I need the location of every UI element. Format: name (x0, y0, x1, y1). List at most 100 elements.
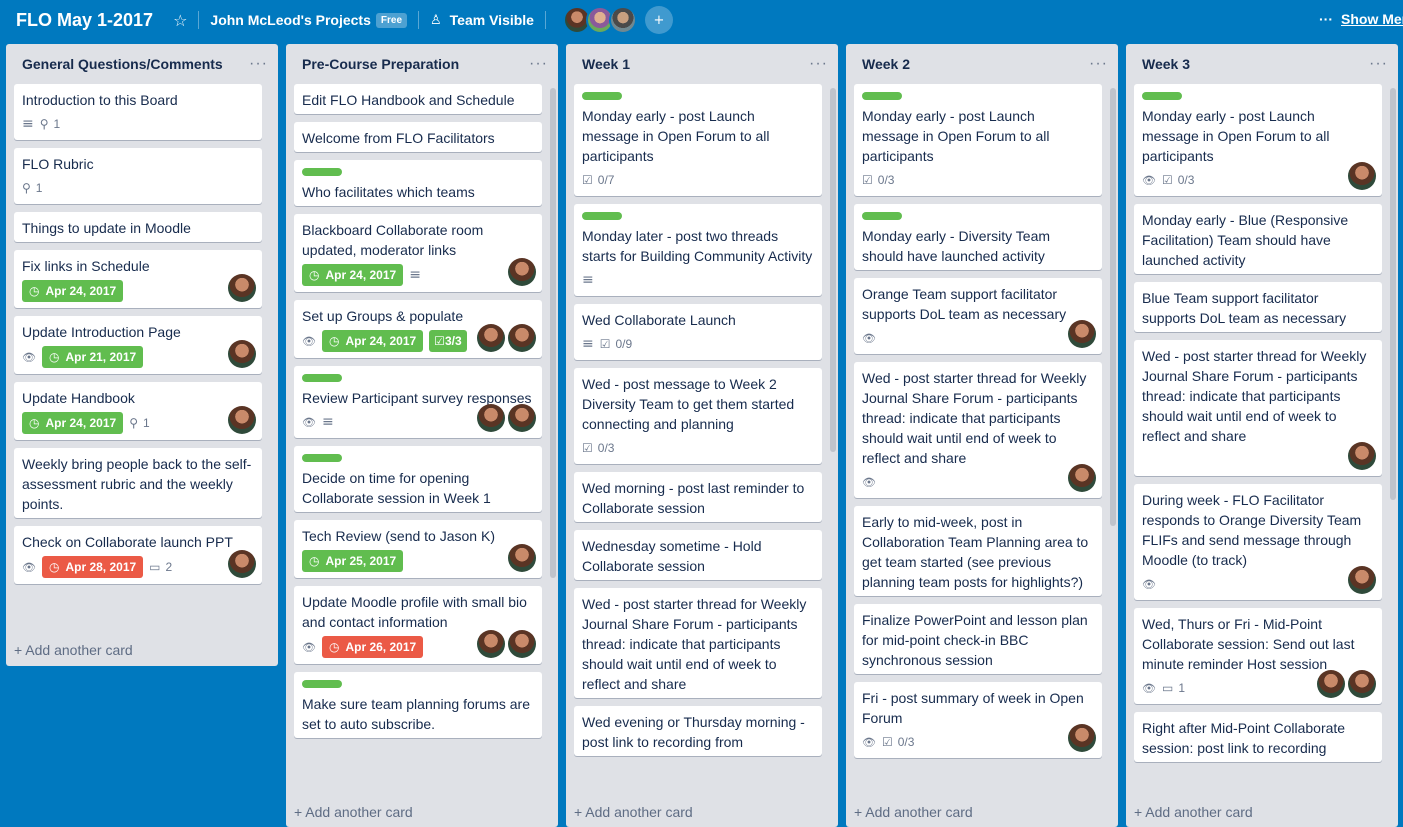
due-date-badge[interactable]: ◷ Apr 24, 2017 (22, 412, 124, 434)
card[interactable]: Finalize PowerPoint and lesson plan for … (854, 604, 1102, 674)
card[interactable]: Introduction to this Board ≡ ⚲ 1 (14, 84, 262, 140)
green-label[interactable] (582, 92, 622, 100)
avatar[interactable] (1348, 162, 1376, 190)
ellipsis-icon[interactable]: ··· (1369, 55, 1388, 73)
avatar[interactable] (508, 544, 536, 572)
card[interactable]: FLO Rubric ⚲ 1 (14, 148, 262, 204)
show-menu-button[interactable]: ··· Show Menu (1319, 11, 1403, 27)
team-name[interactable]: John McLeod's Projects (210, 12, 370, 28)
card[interactable]: Welcome from FLO Facilitators (294, 122, 542, 152)
card[interactable]: Update Introduction Page 👁︎ ◷ Apr 21, 2017 (14, 316, 262, 374)
green-label[interactable] (302, 454, 342, 462)
list-title[interactable]: General Questions/Comments (22, 56, 223, 72)
ellipsis-icon[interactable]: ··· (1089, 55, 1108, 73)
card[interactable]: Orange Team support facilitator supports… (854, 278, 1102, 354)
avatar[interactable] (1068, 724, 1096, 752)
card[interactable]: Decide on time for opening Collaborate s… (294, 446, 542, 512)
card[interactable]: Blue Team support facilitator supports D… (1134, 282, 1382, 332)
card[interactable]: Make sure team planning forums are set t… (294, 672, 542, 738)
avatar[interactable] (477, 404, 505, 432)
avatar[interactable] (1068, 320, 1096, 348)
card[interactable]: Wed evening or Thursday morning - post l… (574, 706, 822, 756)
card[interactable]: Wed, Thurs or Fri - Mid-Point Collaborat… (1134, 608, 1382, 704)
card[interactable]: Right after Mid-Point Collaborate sessio… (1134, 712, 1382, 762)
card[interactable]: Things to update in Moodle (14, 212, 262, 242)
card[interactable]: Monday later - post two threads starts f… (574, 204, 822, 296)
avatar[interactable] (608, 6, 637, 34)
card[interactable]: Wed - post starter thread for Weekly Jou… (854, 362, 1102, 498)
avatar[interactable] (1348, 442, 1376, 470)
list-title[interactable]: Week 1 (582, 56, 630, 72)
card[interactable]: Wed morning - post last reminder to Coll… (574, 472, 822, 522)
card[interactable]: Wed - post starter thread for Weekly Jou… (1134, 340, 1382, 476)
ellipsis-icon[interactable]: ··· (809, 55, 828, 73)
ellipsis-icon[interactable]: ··· (249, 55, 268, 73)
card[interactable]: Fri - post summary of week in Open Forum… (854, 682, 1102, 758)
avatar[interactable] (1317, 670, 1345, 698)
due-date-badge[interactable]: ◷ Apr 21, 2017 (41, 346, 144, 368)
add-member-icon[interactable]: + (644, 6, 673, 34)
avatar[interactable] (1348, 670, 1376, 698)
card[interactable]: Who facilitates which teams (294, 160, 542, 206)
avatar[interactable] (508, 258, 536, 286)
card[interactable]: Monday early - post Launch message in Op… (1134, 84, 1382, 196)
card[interactable]: Check on Collaborate launch PPT 👁︎ ◷ Apr 28… (14, 526, 262, 584)
due-date-badge[interactable]: ◷ Apr 24, 2017 (302, 264, 404, 286)
green-label[interactable] (862, 212, 902, 220)
card[interactable]: Review Participant survey responses 👁︎ ≡ (294, 366, 542, 438)
due-date-badge[interactable]: ◷ Apr 24, 2017 (321, 330, 424, 352)
add-card-button[interactable]: + Add another card (14, 642, 133, 658)
list-title[interactable]: Week 3 (1142, 56, 1190, 72)
avatar[interactable] (477, 324, 505, 352)
card[interactable]: Monday early - Blue (Responsive Facilita… (1134, 204, 1382, 274)
card[interactable]: Tech Review (send to Jason K) ◷ Apr 25, 20… (294, 520, 542, 578)
card[interactable]: Monday early - post Launch message in Op… (854, 84, 1102, 196)
card[interactable]: Set up Groups & populate 👁︎ ◷ Apr 24, 2017 ☑… (294, 300, 542, 358)
card[interactable]: Early to mid-week, post in Collaboration… (854, 506, 1102, 596)
card[interactable]: Monday early - post Launch message in Op… (574, 84, 822, 196)
due-date-badge[interactable]: ◷ Apr 25, 2017 (302, 550, 404, 572)
visibility-button[interactable]: Team Visible (450, 12, 534, 28)
card-members (228, 340, 256, 368)
avatar[interactable] (508, 404, 536, 432)
card[interactable]: Wednesday sometime - Hold Collaborate se… (574, 530, 822, 580)
board-title[interactable]: FLO May 1-2017 (16, 10, 153, 31)
avatar[interactable] (228, 340, 256, 368)
card[interactable]: Weekly bring people back to the self-ass… (14, 448, 262, 518)
add-card-button[interactable]: + Add another card (574, 804, 693, 820)
avatar[interactable] (508, 324, 536, 352)
ellipsis-icon[interactable]: ··· (529, 55, 548, 73)
green-label[interactable] (582, 212, 622, 220)
avatar[interactable] (228, 406, 256, 434)
card[interactable]: Wed Collaborate Launch ≡ ☑ 0/9 (574, 304, 822, 360)
add-card-button[interactable]: + Add another card (854, 804, 973, 820)
avatar[interactable] (508, 630, 536, 658)
avatar[interactable] (228, 550, 256, 578)
card[interactable]: Wed - post starter thread for Weekly Jou… (574, 588, 822, 698)
card[interactable]: Fix links in Schedule ◷ Apr 24, 2017 (14, 250, 262, 308)
green-label[interactable] (1142, 92, 1182, 100)
green-label[interactable] (862, 92, 902, 100)
avatar[interactable] (1068, 464, 1096, 492)
due-date-badge[interactable]: ◷ Apr 28, 2017 (41, 556, 144, 578)
green-label[interactable] (302, 168, 342, 176)
avatar[interactable] (228, 274, 256, 302)
card[interactable]: Update Handbook ◷ Apr 24, 2017 ⚲ 1 (14, 382, 262, 440)
card[interactable]: Blackboard Collaborate room updated, mod… (294, 214, 542, 292)
avatar[interactable] (1348, 566, 1376, 594)
card[interactable]: Wed - post message to Week 2 Diversity T… (574, 368, 822, 464)
card[interactable]: Edit FLO Handbook and Schedule (294, 84, 542, 114)
card[interactable]: Monday early - Diversity Team should hav… (854, 204, 1102, 270)
avatar[interactable] (477, 630, 505, 658)
due-date-badge[interactable]: ◷ Apr 26, 2017 (321, 636, 424, 658)
green-label[interactable] (302, 374, 342, 382)
add-card-button[interactable]: + Add another card (1134, 804, 1253, 820)
star-icon[interactable]: ☆ (173, 11, 187, 30)
list-title[interactable]: Pre-Course Preparation (302, 56, 459, 72)
due-date-badge[interactable]: ◷ Apr 24, 2017 (22, 280, 124, 302)
add-card-button[interactable]: + Add another card (294, 804, 413, 820)
card[interactable]: During week - FLO Facilitator responds t… (1134, 484, 1382, 600)
card[interactable]: Update Moodle profile with small bio and… (294, 586, 542, 664)
green-label[interactable] (302, 680, 342, 688)
list-title[interactable]: Week 2 (862, 56, 910, 72)
